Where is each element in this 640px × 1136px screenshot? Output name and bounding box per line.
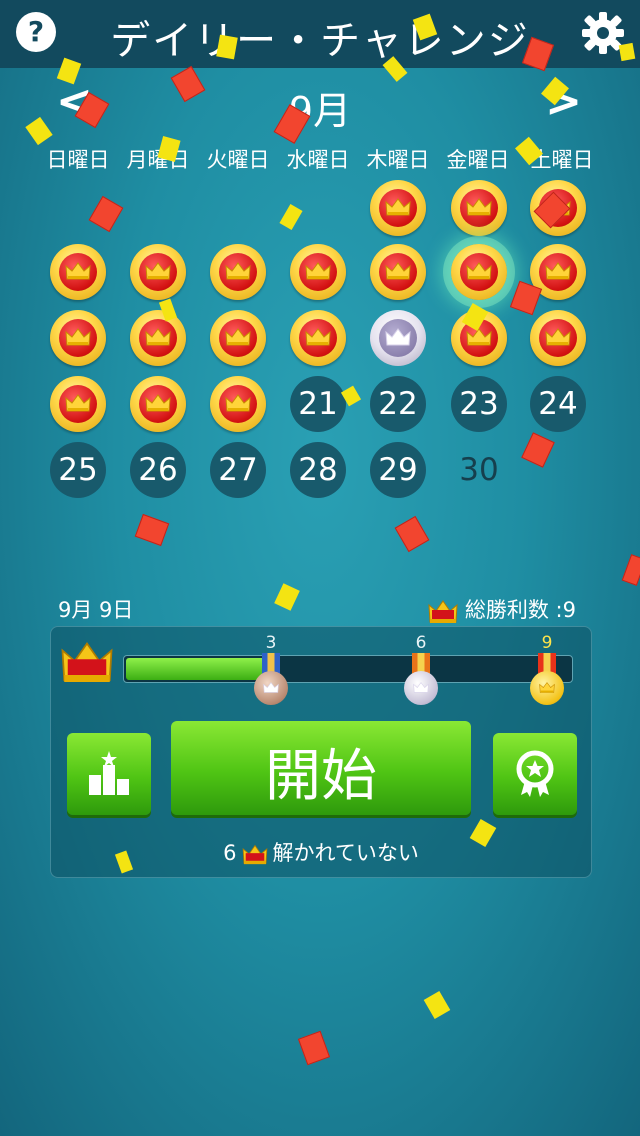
crown-icon bbox=[466, 197, 492, 217]
crown-icon bbox=[145, 261, 171, 281]
challenge-panel: 3 6 9 開始 6 解かれていない bbox=[50, 626, 592, 878]
day-cell-solved[interactable] bbox=[210, 376, 266, 432]
crown-icon bbox=[385, 197, 411, 217]
crown-icon bbox=[545, 261, 571, 281]
day-cell-26[interactable]: 26 bbox=[130, 442, 186, 498]
milestone-silver: 6 bbox=[399, 633, 443, 705]
crown-icon bbox=[65, 393, 91, 413]
crown-icon bbox=[427, 598, 459, 624]
milestone-label: 3 bbox=[265, 633, 277, 653]
day-cell-solved[interactable] bbox=[370, 180, 426, 236]
day-cell-25[interactable]: 25 bbox=[50, 442, 106, 498]
progress-fill bbox=[126, 658, 268, 680]
day-cell-29[interactable]: 29 bbox=[370, 442, 426, 498]
day-cell-solved[interactable] bbox=[290, 310, 346, 366]
crown-icon bbox=[225, 393, 251, 413]
day-cell-solved[interactable] bbox=[50, 376, 106, 432]
confetti bbox=[134, 513, 170, 547]
crown-icon bbox=[225, 327, 251, 347]
progress-bar bbox=[123, 655, 573, 683]
day-cell-27[interactable]: 27 bbox=[210, 442, 266, 498]
day-cell-solved[interactable] bbox=[451, 180, 507, 236]
confetti bbox=[423, 990, 451, 1020]
day-cell-22[interactable]: 22 bbox=[370, 376, 426, 432]
day-cell-24[interactable]: 24 bbox=[530, 376, 586, 432]
weekday-tue: 火曜日 bbox=[206, 148, 270, 172]
day-cell-solved[interactable] bbox=[50, 310, 106, 366]
awards-button[interactable] bbox=[493, 733, 577, 815]
weekday-thu: 木曜日 bbox=[366, 148, 430, 172]
day-cell-solved[interactable] bbox=[210, 244, 266, 300]
day-cell-solved[interactable] bbox=[130, 376, 186, 432]
day-cell-solved[interactable] bbox=[130, 244, 186, 300]
silver-medal-icon bbox=[404, 671, 438, 705]
crown-icon bbox=[545, 327, 571, 347]
confetti bbox=[621, 554, 640, 586]
selected-date: 9月 9日 bbox=[58, 598, 134, 622]
day-cell-solved[interactable] bbox=[130, 310, 186, 366]
milestone-label: 9 bbox=[541, 633, 553, 653]
start-button-label: 開始 bbox=[265, 744, 377, 809]
weekday-wed: 水曜日 bbox=[286, 148, 350, 172]
confetti bbox=[618, 42, 636, 62]
start-button[interactable]: 開始 bbox=[171, 721, 471, 815]
confetti bbox=[274, 583, 300, 611]
weekday-sun: 日曜日 bbox=[46, 148, 110, 172]
day-cell-solved[interactable] bbox=[50, 244, 106, 300]
award-ribbon-icon bbox=[516, 750, 554, 797]
unsolved-count: 6 解かれていない bbox=[51, 837, 591, 867]
crown-icon bbox=[385, 327, 411, 347]
day-cell-28[interactable]: 28 bbox=[290, 442, 346, 498]
day-cell-solved[interactable] bbox=[210, 310, 266, 366]
crown-icon bbox=[59, 637, 115, 685]
crown-icon bbox=[305, 261, 331, 281]
day-cell-30: 30 bbox=[459, 452, 499, 488]
bronze-medal-icon bbox=[254, 671, 288, 705]
confetti bbox=[297, 1030, 331, 1066]
crown-icon bbox=[145, 393, 171, 413]
day-cell-23[interactable]: 23 bbox=[451, 376, 507, 432]
crown-icon bbox=[385, 261, 411, 281]
calendar-grid: 21 22 23 24 25 26 27 28 29 30 bbox=[38, 176, 602, 506]
crown-icon bbox=[241, 843, 269, 865]
unsolved-text: 解かれていない bbox=[272, 841, 419, 865]
gold-medal-icon bbox=[530, 671, 564, 705]
day-cell-selected[interactable] bbox=[451, 244, 507, 300]
total-wins-label: 総勝利数 :9 bbox=[464, 598, 576, 622]
weekday-fri: 金曜日 bbox=[446, 148, 510, 172]
total-wins: 総勝利数 :9 bbox=[427, 594, 576, 624]
day-cell-21[interactable]: 21 bbox=[290, 376, 346, 432]
day-cell-solved[interactable] bbox=[530, 310, 586, 366]
crown-icon bbox=[305, 327, 331, 347]
crown-icon bbox=[65, 261, 91, 281]
crown-icon bbox=[145, 327, 171, 347]
day-cell-solved[interactable] bbox=[290, 244, 346, 300]
day-cell-silver[interactable] bbox=[370, 310, 426, 366]
podium-icon bbox=[89, 751, 129, 795]
unsolved-number: 6 bbox=[223, 841, 237, 865]
crown-icon bbox=[65, 327, 91, 347]
weekday-mon: 月曜日 bbox=[126, 148, 190, 172]
confetti bbox=[394, 515, 430, 553]
milestone-label: 6 bbox=[415, 633, 427, 653]
confetti bbox=[216, 34, 238, 60]
milestone-bronze: 3 bbox=[249, 633, 293, 705]
stats-button[interactable] bbox=[67, 733, 151, 815]
day-cell-solved[interactable] bbox=[370, 244, 426, 300]
crown-icon bbox=[466, 327, 492, 347]
milestone-gold: 9 bbox=[525, 633, 569, 705]
crown-icon bbox=[225, 261, 251, 281]
crown-icon bbox=[466, 261, 492, 281]
